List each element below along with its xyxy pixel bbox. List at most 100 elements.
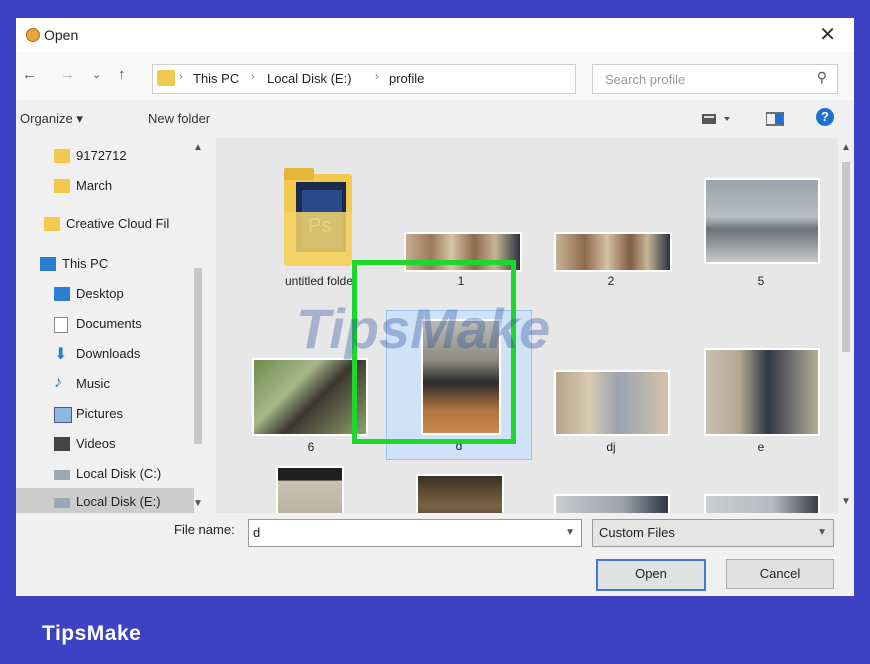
scroll-up-icon[interactable]: ▲: [193, 142, 203, 153]
sidebar-item-this-pc[interactable]: This PC: [16, 250, 194, 278]
file-item-dj[interactable]: dj: [546, 334, 696, 484]
photoshop-folder-icon: Ps: [284, 168, 352, 266]
sidebar-item-videos[interactable]: Videos: [16, 430, 194, 458]
sidebar-item-label: Desktop: [76, 286, 124, 301]
file-name-label: File name:: [174, 522, 235, 537]
sidebar-item-desktop[interactable]: Desktop: [16, 280, 194, 308]
sidebar-item-label: March: [76, 178, 113, 193]
drive-icon: [54, 498, 70, 508]
image-thumbnail: [554, 370, 670, 436]
sidebar-item-label: Local Disk (E:): [76, 494, 161, 509]
folder-icon: [54, 149, 70, 163]
file-name: 2: [607, 274, 615, 288]
breadcrumb-separator: ›: [375, 71, 379, 83]
sidebar-item-documents[interactable]: Documents: [16, 310, 194, 338]
creative-cloud-icon: [44, 217, 60, 231]
sidebar-scroll-thumb[interactable]: [194, 268, 202, 444]
pictures-icon: [54, 407, 72, 423]
close-icon[interactable]: ✕: [819, 22, 836, 47]
content-scrollbar[interactable]: ▲ ▼: [838, 138, 854, 513]
app-icon: [26, 28, 40, 42]
brand-logo-text: TipsMake: [42, 622, 142, 645]
file-name-field[interactable]: d ▼: [248, 519, 582, 547]
breadcrumb-separator: ›: [251, 71, 255, 83]
sidebar-item-label: Documents: [76, 316, 142, 331]
scroll-down-icon[interactable]: ▼: [193, 498, 203, 509]
file-item-5[interactable]: 5: [696, 162, 846, 312]
scroll-down-icon[interactable]: ▼: [841, 496, 851, 507]
image-thumbnail: [252, 358, 368, 436]
file-item-e[interactable]: e: [696, 334, 846, 484]
image-thumbnail: [704, 348, 820, 436]
forward-arrow-icon[interactable]: →: [60, 66, 75, 83]
computer-icon: [40, 257, 56, 271]
folder-icon: [157, 70, 175, 86]
recent-locations-icon[interactable]: ⌄: [92, 68, 101, 81]
title-bar: Open ✕: [16, 18, 854, 52]
sidebar-item-label: Pictures: [76, 406, 123, 421]
search-input[interactable]: [603, 69, 807, 89]
sidebar-item-march[interactable]: March: [16, 172, 194, 200]
up-arrow-icon[interactable]: ↑: [118, 66, 126, 83]
sidebar-item-local-disk-e[interactable]: Local Disk (E:): [16, 488, 194, 516]
breadcrumb-this-pc[interactable]: This PC: [193, 71, 239, 86]
breadcrumb-profile[interactable]: profile: [389, 71, 424, 86]
image-thumbnail: [554, 232, 672, 272]
sidebar-item-9172712[interactable]: 9172712: [16, 142, 194, 170]
file-item-2[interactable]: 2: [546, 162, 696, 312]
sidebar-item-label: Videos: [76, 436, 116, 451]
sidebar-item-downloads[interactable]: ⬇ Downloads: [16, 340, 194, 368]
navigation-pane: 9172712 March Creative Cloud Fil This PC…: [16, 138, 206, 516]
preview-pane-icon[interactable]: [765, 112, 785, 131]
chevron-down-icon[interactable]: ▼: [817, 527, 827, 538]
chevron-down-icon[interactable]: ▼: [565, 527, 575, 538]
image-thumbnail[interactable]: [276, 466, 344, 513]
image-thumbnail[interactable]: [416, 474, 504, 513]
search-box[interactable]: ⚲: [592, 64, 838, 94]
drive-icon: [54, 470, 70, 480]
window-title: Open: [44, 27, 79, 43]
scroll-up-icon[interactable]: ▲: [841, 142, 851, 153]
organize-button[interactable]: Organize ▾: [20, 111, 83, 127]
documents-icon: [54, 317, 68, 333]
sidebar-item-label: Local Disk (C:): [76, 466, 162, 481]
watermark-text: TipsMake: [296, 297, 551, 360]
folder-icon: [54, 179, 70, 193]
breadcrumb-separator: ›: [179, 71, 183, 83]
file-name: 5: [757, 274, 765, 288]
file-name: e: [757, 440, 765, 454]
sidebar-item-label: Music: [76, 376, 110, 391]
content-scroll-thumb[interactable]: [842, 162, 850, 352]
command-bar: Organize ▾ New folder ?: [16, 100, 854, 138]
file-type-value: Custom Files: [599, 525, 675, 540]
new-folder-button[interactable]: New folder: [148, 111, 210, 126]
change-view-icon[interactable]: [702, 112, 732, 131]
image-thumbnail[interactable]: [554, 494, 670, 513]
music-icon: ♪: [54, 374, 62, 391]
image-thumbnail: [704, 178, 820, 264]
sidebar-item-label: Downloads: [76, 346, 141, 361]
sidebar-item-label: 9172712: [76, 148, 127, 163]
sidebar-scrollbar[interactable]: ▲ ▼: [190, 138, 206, 513]
file-name-bar: File name: d ▼ Custom Files ▼ Open Cance…: [16, 513, 854, 596]
videos-icon: [54, 437, 70, 451]
sidebar-item-pictures[interactable]: Pictures: [16, 400, 194, 428]
open-button[interactable]: Open: [596, 559, 706, 591]
search-icon[interactable]: ⚲: [817, 69, 827, 86]
cancel-button[interactable]: Cancel: [726, 559, 834, 589]
sidebar-item-label: Creative Cloud Fil: [66, 216, 170, 231]
back-arrow-icon[interactable]: ←: [22, 66, 37, 83]
image-thumbnail[interactable]: [704, 494, 820, 513]
sidebar-item-label: This PC: [62, 256, 109, 271]
help-icon[interactable]: ?: [816, 108, 834, 126]
navigation-bar: ← → ⌄ ↑ › This PC › Local Disk (E:) › pr…: [16, 52, 854, 100]
sidebar-item-creative-cloud[interactable]: Creative Cloud Fil: [16, 210, 194, 238]
breadcrumb-local-disk-e[interactable]: Local Disk (E:): [267, 71, 352, 86]
file-name: dj: [606, 440, 616, 454]
downloads-icon: ⬇: [54, 346, 68, 363]
desktop-icon: [54, 287, 70, 301]
sidebar-item-local-disk-c[interactable]: Local Disk (C:): [16, 460, 194, 488]
address-bar[interactable]: › This PC › Local Disk (E:) › profile ▼ …: [152, 64, 703, 94]
file-type-select[interactable]: Custom Files ▼: [592, 519, 834, 547]
sidebar-item-music[interactable]: ♪ Music: [16, 370, 194, 398]
